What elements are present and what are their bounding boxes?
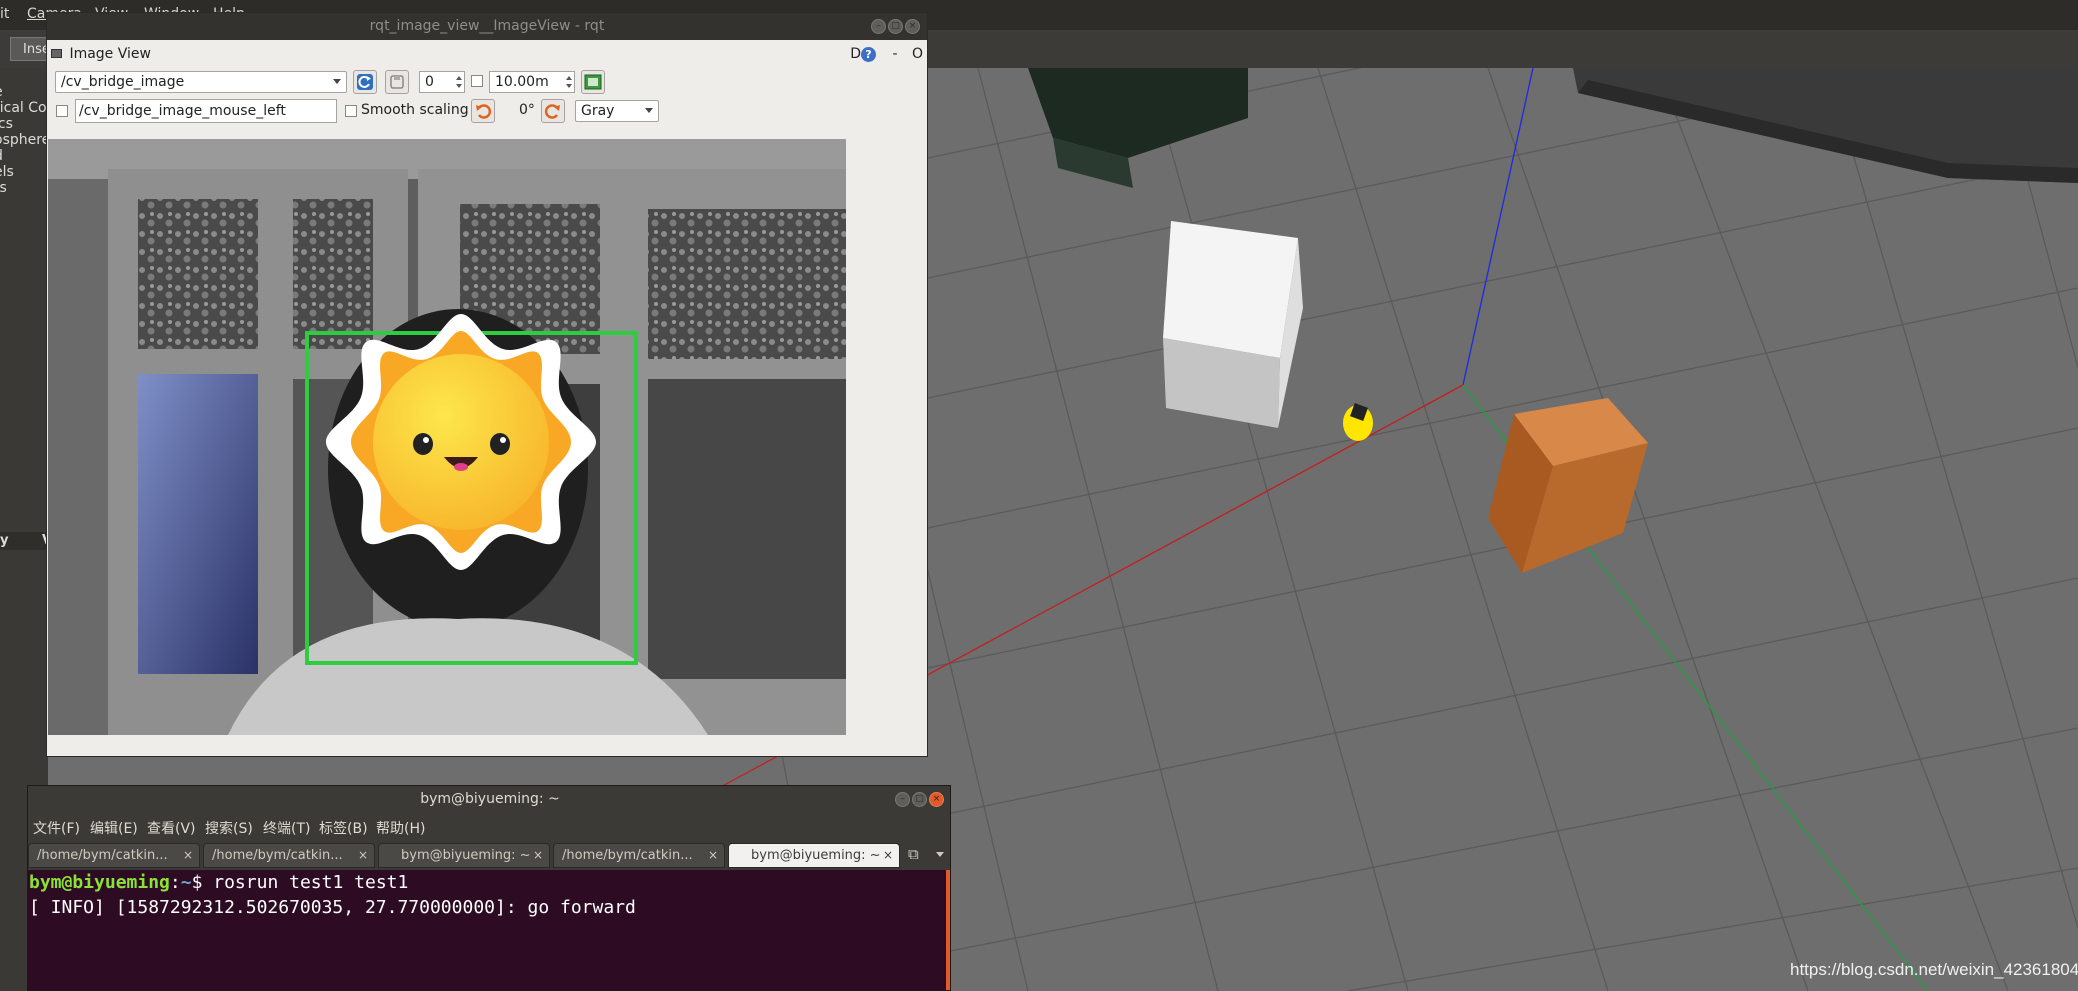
chevron-down-icon [645,108,653,113]
prompt-user: bym@biyueming [29,872,170,893]
camera-image-display[interactable] [48,139,846,735]
menu-tabs[interactable]: 标签(B) [319,818,368,838]
dock-minimize-button[interactable]: - [892,46,897,62]
white-box-model[interactable] [1163,221,1303,428]
dock-window-icon [51,49,62,58]
tree-item[interactable]: ics [0,116,13,132]
close-icon[interactable]: × [708,848,718,862]
prompt-path: ~ [180,872,192,893]
zoom-spinbox-value: 0 [425,74,434,90]
spin-down-icon[interactable] [456,84,462,88]
tree-item[interactable]: osphere [0,132,48,148]
dock-title-label: Image View [69,46,151,62]
tree-item[interactable]: ts [0,180,7,196]
spin-up-icon[interactable] [566,76,572,80]
terminal-tab-label: /home/bym/catkin... [562,848,693,863]
topic-select-value: /cv_bridge_image [61,74,185,90]
minimize-button[interactable]: – [871,19,886,34]
max-range-value: 10.00m [495,74,549,90]
tree-item[interactable]: d [0,148,3,164]
tab-new-icon[interactable]: ⧉ [908,845,919,863]
spin-down-icon[interactable] [566,84,572,88]
terminal-scrollbar[interactable] [946,870,950,990]
terminal-tab[interactable]: /home/bym/catkin... × [203,843,375,868]
save-icon [390,75,404,89]
menu-help[interactable]: 帮助(H) [376,818,425,838]
terminal-menubar: 文件(F) 编辑(E) 查看(V) 搜索(S) 终端(T) 标签(B) 帮助(H… [28,814,950,840]
terminal-tab[interactable]: bym@biyueming: ~ × [378,843,550,868]
refresh-icon [357,74,373,90]
rotate-right-icon [544,104,560,119]
menu-search[interactable]: 搜索(S) [205,818,253,838]
close-icon[interactable]: × [883,848,893,862]
menu-view[interactable]: 查看(V) [147,818,196,838]
menu-file[interactable]: 文件(F) [33,818,80,838]
maximize-button[interactable]: □ [912,792,927,807]
maximize-button[interactable]: □ [888,19,903,34]
rotation-label: 0° [519,102,535,118]
close-button[interactable]: × [929,792,944,807]
rotate-left-button[interactable] [471,99,495,123]
image-save-icon [584,74,602,90]
command-text: rosrun test1 test1 [202,872,409,893]
property-column-label: y [0,533,9,548]
rqt-window-title: rqt_image_view__ImageView - rqt [369,18,605,34]
topic-select[interactable]: /cv_bridge_image [55,71,347,93]
menu-file[interactable]: it [0,6,9,22]
rqt-image-view-window[interactable]: rqt_image_view__ImageView - rqt – □ × Im… [46,12,928,757]
num-gridlines-checkbox[interactable] [471,75,483,87]
close-icon[interactable]: × [183,848,193,862]
terminal-output-line: [ INFO] [1587292312.502670035, 27.770000… [29,897,636,918]
close-icon[interactable]: × [358,848,368,862]
sun-emoji-overlay [326,314,596,570]
zoom-spinbox[interactable]: 0 [419,71,465,93]
tree-item[interactable]: els [0,164,14,180]
image-view-dock-title: Image View [51,46,151,62]
csdn-watermark: https://blog.csdn.net/weixin_42361804 [1790,960,2078,979]
prompt-dollar: $ [191,872,203,893]
color-scheme-select[interactable]: Gray [575,100,659,122]
terminal-tab-active[interactable]: bym@biyueming: ~ × [728,843,900,868]
mouse-topic-input[interactable]: /cv_bridge_image_mouse_left [75,99,337,123]
max-range-spinbox[interactable]: 10.00m [489,71,575,93]
dock-close-button[interactable]: O [912,46,923,62]
mouse-publish-checkbox[interactable] [56,105,68,117]
tab-menu-icon[interactable] [936,852,944,857]
terminal-command-line: bym@biyueming:~$ rosrun test1 test1 [29,872,950,897]
menu-terminal[interactable]: 终端(T) [263,818,310,838]
refresh-button[interactable] [353,70,377,94]
color-scheme-value: Gray [581,103,615,119]
terminal-tab-label: /home/bym/catkin... [212,848,343,863]
minimize-button[interactable]: – [895,792,910,807]
terminal-output[interactable]: bym@biyueming:~$ rosrun test1 test1 [ IN… [28,870,950,990]
help-icon[interactable]: ? [861,47,876,62]
tree-item[interactable]: rical Co [0,100,47,116]
rotate-left-icon [476,104,492,119]
terminal-tab[interactable]: /home/bym/catkin... × [28,843,200,868]
terminal-window-title: bym@biyueming: ~ [420,791,560,807]
save-zoom-button[interactable] [385,70,409,94]
smooth-scaling-label: Smooth scaling [361,102,469,118]
chevron-down-icon [333,79,341,84]
dock-d-button[interactable]: D [850,46,861,62]
close-button[interactable]: × [905,19,920,34]
rqt-titlebar[interactable]: rqt_image_view__ImageView - rqt – □ × [47,13,927,40]
terminal-tab-label: /home/bym/catkin... [37,848,168,863]
tree-item[interactable]: e [0,84,3,100]
terminal-titlebar[interactable]: bym@biyueming: ~ – □ × [28,786,950,814]
menu-edit[interactable]: 编辑(E) [90,818,138,838]
rotate-right-button[interactable] [541,99,565,123]
terminal-tab-bar: /home/bym/catkin... × /home/bym/catkin..… [28,840,950,870]
save-image-button[interactable] [581,70,605,94]
terminal-tab-label: bym@biyueming: ~ [401,848,531,863]
close-icon[interactable]: × [533,848,543,862]
property-header: y V [0,532,48,550]
dock-buttons: D? - O [850,46,923,62]
terminal-tab[interactable]: /home/bym/catkin... × [553,843,725,868]
terminal-tab-label: bym@biyueming: ~ [751,848,881,863]
terminal-window[interactable]: bym@biyueming: ~ – □ × 文件(F) 编辑(E) 查看(V)… [27,785,951,991]
prompt-separator: : [169,872,181,893]
smooth-scaling-checkbox[interactable] [345,105,357,117]
spin-up-icon[interactable] [456,76,462,80]
